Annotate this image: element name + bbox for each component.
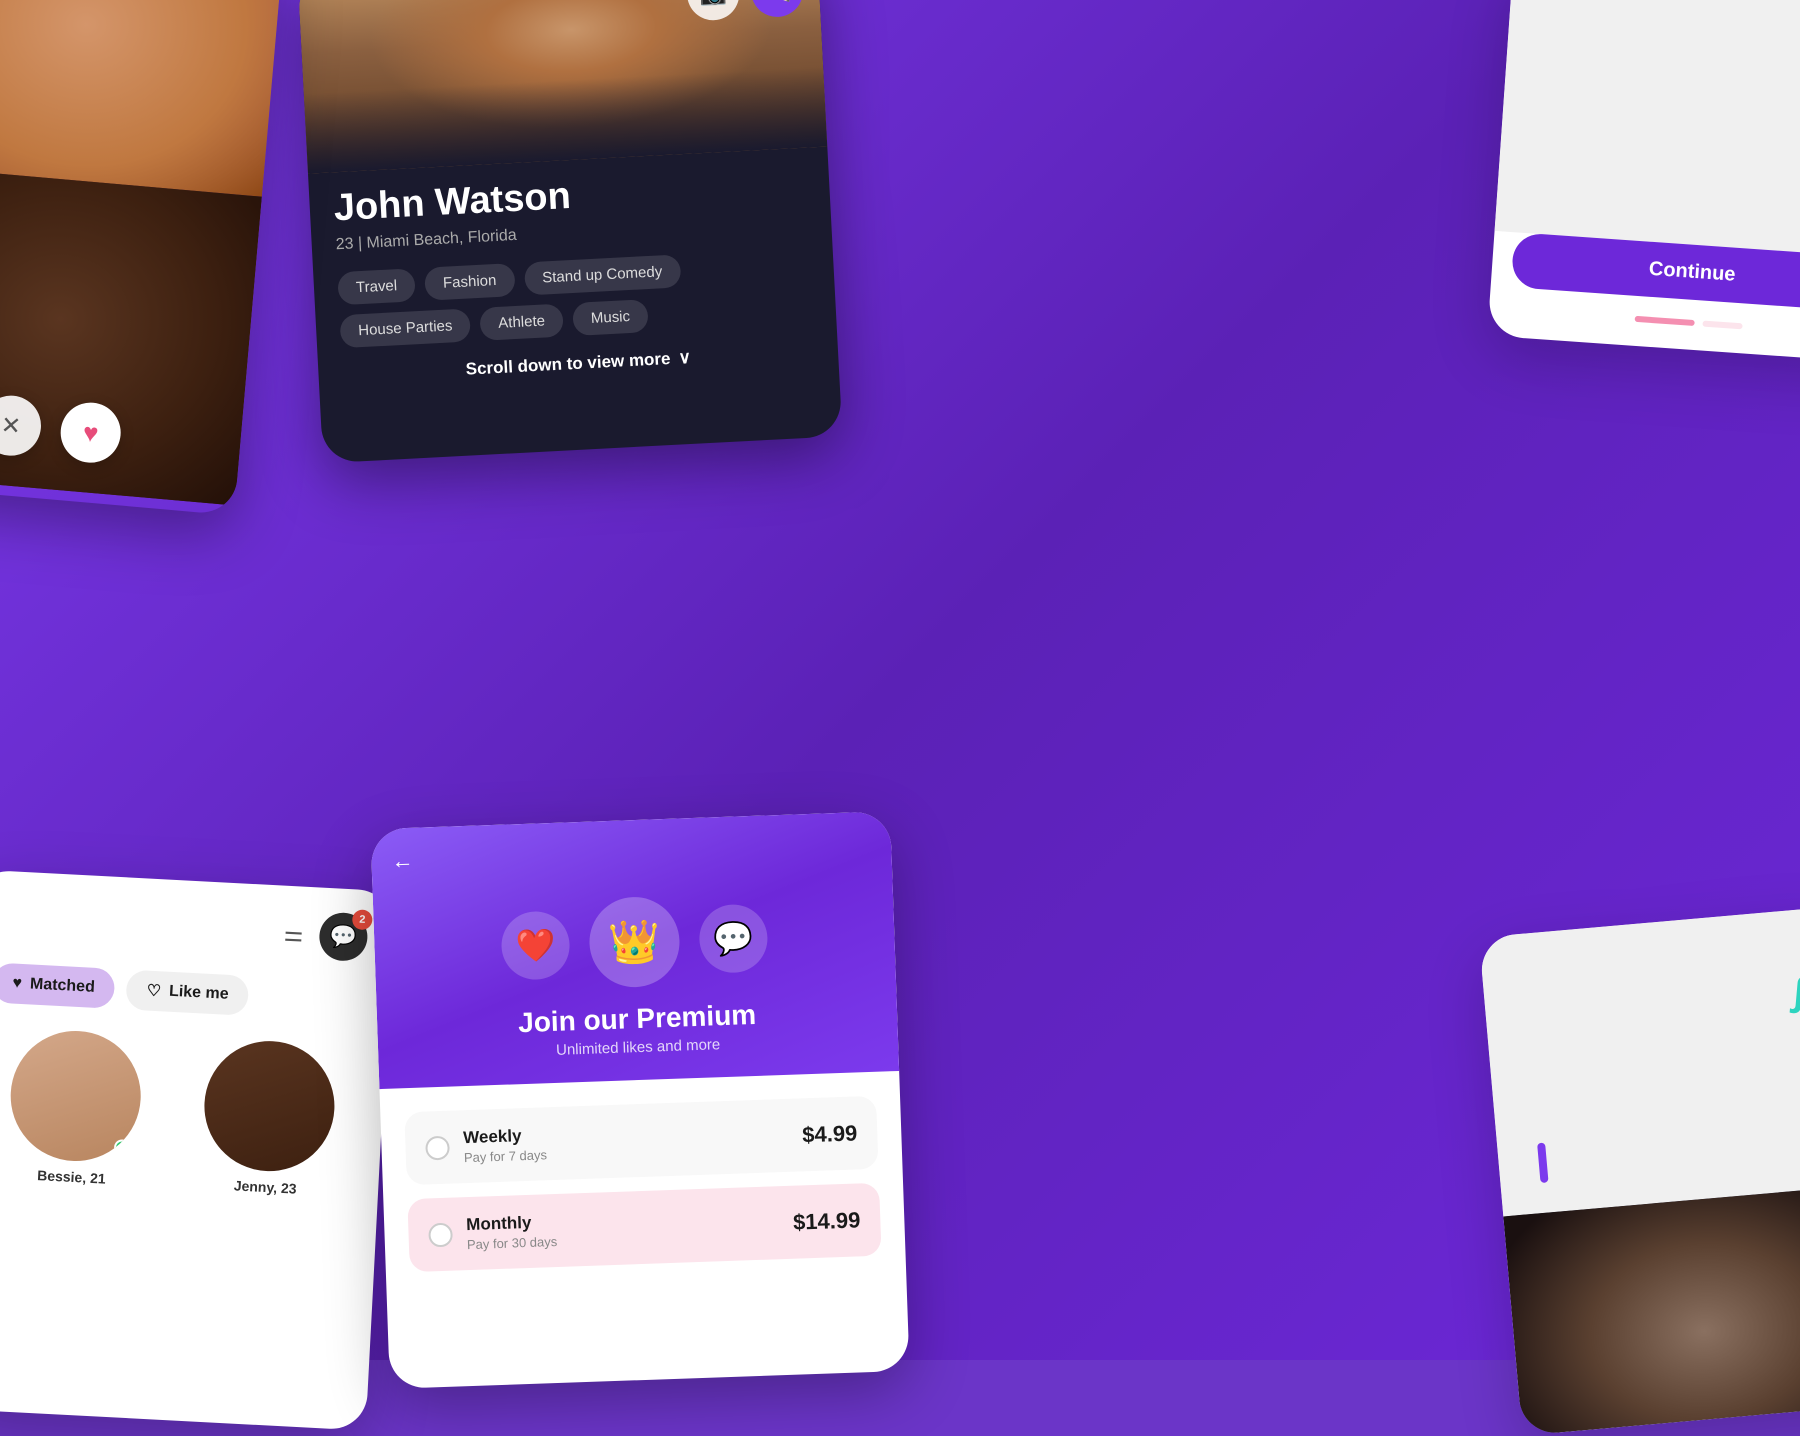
dot-active	[1635, 316, 1695, 326]
notification-badge[interactable]: 💬 2	[318, 912, 368, 962]
tag-fashion: Fashion	[424, 263, 515, 301]
list-item[interactable]: Jenny, 23	[176, 1037, 362, 1200]
heart-filled-icon: ♥	[12, 975, 22, 993]
tag-comedy: Stand up Comedy	[523, 254, 681, 295]
plan-monthly-desc: Pay for 30 days	[467, 1234, 558, 1252]
plan-weekly-desc: Pay for 7 days	[464, 1147, 548, 1165]
matches-header: ⚌ 💬 2	[0, 895, 369, 962]
tag-athlete: Athlete	[479, 303, 563, 340]
plan-weekly-name: Weekly	[463, 1125, 547, 1148]
back-button[interactable]: ←	[391, 848, 414, 875]
premium-card: ← ❤️ 👑 💬 Join our Premium Unlimited like…	[370, 811, 909, 1389]
premium-subtitle: Unlimited likes and more	[556, 1036, 721, 1059]
plan-weekly-price: $4.99	[802, 1120, 858, 1148]
deco-card: ∫ ∫	[1479, 904, 1800, 1435]
premium-icon-crown: 👑	[588, 896, 681, 989]
tab-liked[interactable]: ♡ Like me	[126, 970, 250, 1016]
deco-top: ∫ ∫	[1479, 904, 1800, 1216]
heart-outline-icon: ♡	[146, 981, 161, 1002]
avatar	[201, 1038, 338, 1175]
match-name: Bessie, 21	[37, 1167, 106, 1187]
swipe-photo-bottom: lori... ✕ ♥	[0, 164, 262, 506]
camera-button[interactable]: 📷	[686, 0, 741, 22]
deco-accent-bar	[1537, 1143, 1548, 1184]
dot-inactive	[1702, 321, 1742, 330]
premium-header: ← ❤️ 👑 💬 Join our Premium Unlimited like…	[370, 811, 899, 1089]
plan-monthly-name: Monthly	[466, 1212, 557, 1235]
premium-icons: ❤️ 👑 💬	[500, 892, 769, 991]
edit-button[interactable]: ✏️	[750, 0, 805, 18]
continue-card: + + Continue	[1487, 0, 1800, 363]
squiggle-icon-1: ∫	[1792, 969, 1800, 1015]
like-button[interactable]: ♥	[58, 400, 123, 465]
tag-parties: House Parties	[339, 308, 471, 348]
premium-icon-heart: ❤️	[500, 910, 570, 980]
matches-tabs: ♥ Matched ♡ Like me	[0, 963, 365, 1022]
face-freckles	[0, 0, 285, 197]
profile-card: 📷 ✏️ John Watson 23 | Miami Beach, Flori…	[298, 0, 843, 463]
x-icon: ✕	[0, 410, 22, 441]
heart-icon: ♥	[82, 417, 100, 449]
tag-travel: Travel	[337, 268, 416, 305]
scroll-more: Scroll down to view more ∨	[342, 341, 814, 386]
plan-monthly-info: Monthly Pay for 30 days	[466, 1212, 558, 1252]
plan-radio-monthly[interactable]	[428, 1222, 453, 1247]
profile-info: John Watson 23 | Miami Beach, Florida Tr…	[308, 146, 840, 407]
deco-face	[1503, 1183, 1800, 1435]
chevron-down-icon: ∨	[678, 348, 691, 369]
matches-card: ⚌ 💬 2 ♥ Matched ♡ Like me Bessie, 21 Jen…	[0, 869, 394, 1430]
continue-top: + +	[1495, 0, 1800, 259]
profile-photo: 📷 ✏️	[298, 0, 828, 174]
edit-icon: ✏️	[763, 0, 792, 5]
list-item[interactable]: Bessie, 21	[0, 1026, 168, 1189]
badge-count: 2	[352, 909, 373, 930]
plan-weekly-left: Weekly Pay for 7 days	[425, 1125, 547, 1166]
plan-radio-weekly[interactable]	[425, 1135, 450, 1160]
plan-weekly[interactable]: Weekly Pay for 7 days $4.99	[404, 1096, 878, 1185]
match-name: Jenny, 23	[233, 1177, 297, 1196]
tag-music: Music	[572, 299, 649, 336]
filter-icon[interactable]: ⚌	[283, 921, 304, 948]
progress-dots	[1489, 306, 1800, 340]
dislike-button[interactable]: ✕	[0, 393, 43, 458]
interest-tags: Travel Fashion Stand up Comedy House Par…	[337, 247, 812, 348]
swipe-action-buttons: ✕ ♥	[0, 393, 123, 465]
plan-monthly-left: Monthly Pay for 30 days	[428, 1212, 558, 1253]
plan-weekly-info: Weekly Pay for 7 days	[463, 1125, 547, 1165]
premium-title: Join our Premium	[518, 999, 757, 1039]
swipe-photo-top	[0, 0, 285, 197]
avatar	[7, 1028, 144, 1165]
premium-icon-chat: 💬	[698, 903, 768, 973]
plan-monthly-price: $14.99	[793, 1207, 861, 1235]
matches-grid: Bessie, 21 Jenny, 23	[0, 1026, 362, 1199]
premium-body: Weekly Pay for 7 days $4.99 Monthly Pay …	[379, 1071, 906, 1311]
back-icon: ←	[391, 848, 414, 874]
camera-icon: 📷	[699, 0, 728, 8]
tab-matched[interactable]: ♥ Matched	[0, 963, 116, 1009]
online-indicator	[114, 1139, 131, 1156]
deco-photo	[1503, 1183, 1800, 1435]
plan-monthly[interactable]: Monthly Pay for 30 days $14.99	[407, 1183, 881, 1272]
